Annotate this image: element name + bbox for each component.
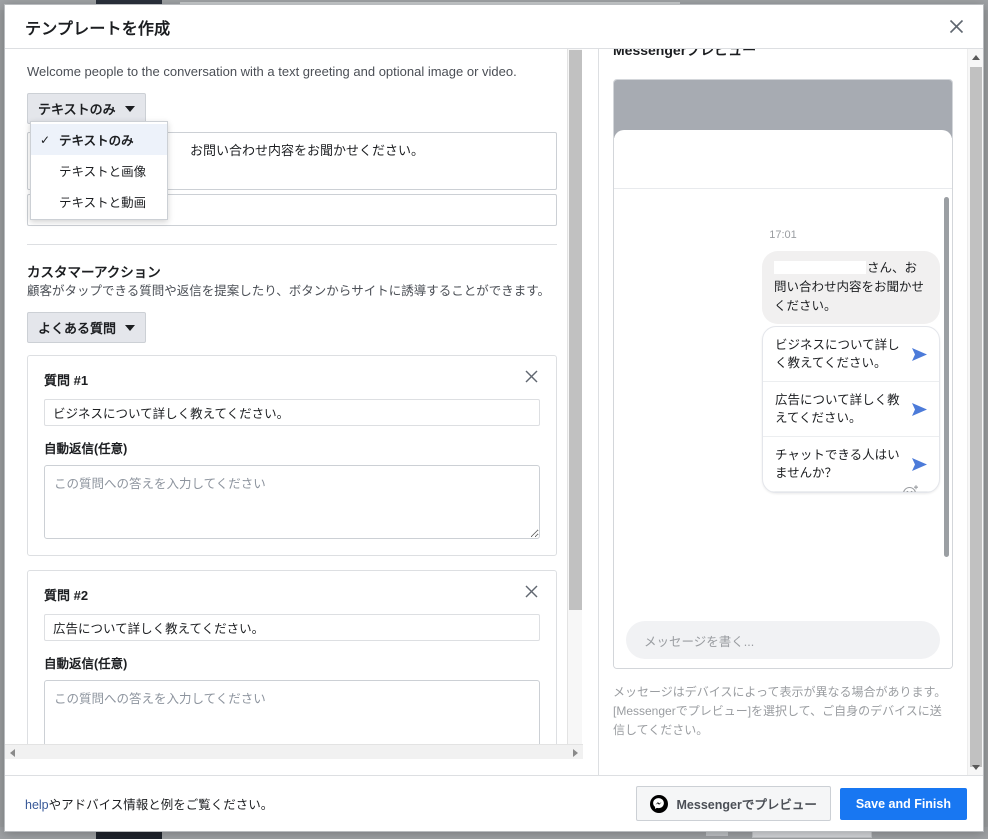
question-heading: 質問 #2 (44, 588, 89, 603)
chat-area: 17:01 さん、お問い合わせ内容をお聞かせください。 ビジネスについて詳しく教… (614, 189, 952, 612)
send-icon[interactable] (909, 457, 929, 472)
dropdown-option-text-image[interactable]: テキストと画像 (31, 155, 167, 186)
question-card: 質問 #2 自動返信(任意) (27, 570, 557, 755)
question-input[interactable] (44, 614, 540, 641)
dropdown-option-text-only[interactable]: ✓ テキストのみ (31, 124, 167, 155)
question-input[interactable] (44, 399, 540, 426)
greeting-bubble-row: さん、お問い合わせ内容をお聞かせください。 (626, 251, 940, 324)
emoji-add-icon[interactable] (901, 483, 921, 492)
media-type-select[interactable]: テキストのみ (27, 93, 146, 124)
form-scroll-left-icon[interactable] (5, 745, 20, 760)
template-form-pane: Welcome people to the conversation with … (5, 49, 599, 775)
messenger-icon (649, 794, 668, 813)
messenger-preview-content: Messengerプレビュー 17:01 さん、お問い合わせ内容をお聞かせくださ… (599, 49, 967, 740)
messenger-preview-pane: Messengerプレビュー 17:01 さん、お問い合わせ内容をお聞かせくださ… (599, 49, 983, 775)
question-card-header: 質問 #1 (44, 370, 540, 389)
auto-reply-textarea[interactable] (44, 680, 540, 754)
media-type-dropdown-menu: ✓ テキストのみ テキストと画像 テキストと動画 (30, 121, 168, 220)
save-and-finish-button[interactable]: Save and Finish (839, 787, 967, 820)
quick-reply-text: ビジネスについて詳しく教えてください。 (775, 338, 900, 370)
dropdown-option-label: テキストと動画 (59, 196, 147, 210)
message-input-placeholder: メッセージを書く... (644, 634, 755, 649)
preview-scroll-up-icon[interactable] (968, 49, 983, 65)
action-type-select-value: よくある質問 (38, 321, 117, 336)
question-heading: 質問 #1 (44, 373, 89, 388)
footer-help-note: helpやアドバイス情報と例をご覧ください。 (25, 794, 273, 813)
preview-vertical-scrollbar-thumb[interactable] (970, 67, 982, 767)
form-vertical-scrollbar-thumb[interactable] (569, 50, 582, 610)
dialog-body: Welcome people to the conversation with … (5, 49, 983, 775)
chevron-down-icon (125, 324, 136, 331)
remove-question-icon[interactable] (523, 585, 540, 602)
media-type-dropdown-wrap: テキストのみ ✓ テキストのみ テキストと画像 テキストと動画 (27, 93, 168, 220)
quick-reply-card: ビジネスについて詳しく教えてください。 広告について詳しく教えてください。 チャ… (762, 326, 940, 493)
footer-note-rest: やアドバイス情報と例をご覧ください。 (48, 798, 274, 812)
action-type-select[interactable]: よくある質問 (27, 312, 147, 343)
redacted-name-field (774, 261, 866, 274)
create-template-dialog: テンプレートを作成 Welcome people to the conversa… (4, 4, 984, 832)
check-icon: ✓ (39, 132, 51, 147)
form-scroll-right-icon[interactable] (568, 745, 583, 760)
messenger-preview-button-label: Messengerでプレビュー (676, 798, 817, 812)
dialog-title: テンプレートを作成 (25, 20, 171, 38)
form-vertical-scrollbar[interactable] (567, 49, 582, 755)
template-form-scroll: Welcome people to the conversation with … (5, 49, 583, 755)
quick-reply-text: 広告について詳しく教えてください。 (775, 393, 900, 425)
media-type-select-value: テキストのみ (38, 102, 116, 117)
question-card: 質問 #1 自動返信(任意) (27, 355, 557, 556)
auto-reply-label: 自動返信(任意) (44, 442, 128, 456)
footer-actions: Messengerでプレビュー Save and Finish (635, 786, 967, 821)
preview-scroll-down-icon[interactable] (968, 759, 983, 775)
form-horizontal-scrollbar-thumb[interactable] (20, 746, 568, 759)
messenger-preview-button[interactable]: Messengerでプレビュー (635, 786, 831, 821)
quick-reply-item[interactable]: 広告について詳しく教えてください。 (763, 382, 939, 437)
phone-preview: 17:01 さん、お問い合わせ内容をお聞かせください。 ビジネスについて詳しく教… (613, 79, 953, 669)
close-icon[interactable] (943, 14, 969, 40)
welcome-description: Welcome people to the conversation with … (27, 64, 517, 79)
customer-action-title: カスタマーアクション (27, 265, 161, 280)
dropdown-option-text-video[interactable]: テキストと動画 (31, 186, 167, 217)
dialog-header: テンプレートを作成 (5, 5, 983, 49)
auto-reply-label: 自動返信(任意) (44, 657, 128, 671)
phone-profile-header (614, 130, 952, 188)
question-card-header: 質問 #2 (44, 585, 540, 604)
dropdown-option-label: テキストのみ (59, 134, 134, 148)
chat-scrollbar-thumb[interactable] (944, 197, 949, 557)
dialog-footer: helpやアドバイス情報と例をご覧ください。 Messengerでプレビュー S… (5, 775, 983, 831)
preview-vertical-scrollbar[interactable] (967, 49, 983, 775)
message-input[interactable]: メッセージを書く... (626, 621, 940, 659)
greeting-bubble: さん、お問い合わせ内容をお聞かせください。 (762, 251, 940, 324)
dropdown-option-label: テキストと画像 (59, 165, 147, 179)
quick-reply-text: チャットできる人はいませんか？ (775, 448, 900, 480)
quick-reply-item[interactable]: ビジネスについて詳しく教えてください。 (763, 327, 939, 382)
help-link[interactable]: help (25, 798, 49, 812)
auto-reply-textarea[interactable] (44, 465, 540, 539)
chevron-down-icon (124, 105, 135, 112)
section-divider (27, 244, 557, 245)
template-form-content: Welcome people to the conversation with … (5, 49, 583, 755)
customer-action-description: 顧客がタップできる質問や返信を提案したり、ボタンからサイトに誘導することができま… (27, 284, 551, 298)
page-root: テンプレートを作成 Welcome people to the conversa… (0, 0, 988, 839)
send-icon[interactable] (909, 347, 929, 362)
form-horizontal-scrollbar[interactable] (5, 744, 583, 759)
message-composer: メッセージを書く... (614, 612, 952, 668)
remove-question-icon[interactable] (523, 370, 540, 387)
preview-note: メッセージはデバイスによって表示が異なる場合があります。[Messengerでプ… (613, 685, 947, 737)
chat-timestamp: 17:01 (769, 229, 797, 241)
send-icon[interactable] (909, 402, 929, 417)
preview-title: Messengerプレビュー (613, 49, 757, 58)
